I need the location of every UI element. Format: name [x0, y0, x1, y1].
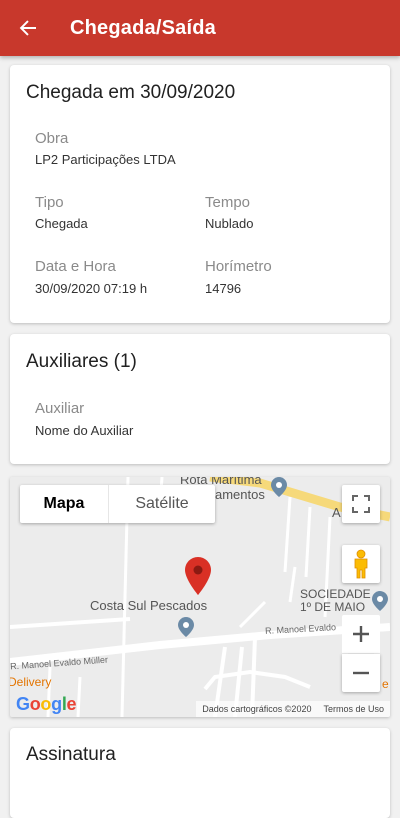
signature-card: Assinatura	[10, 728, 390, 818]
fullscreen-button[interactable]	[342, 485, 380, 523]
google-logo: Google	[16, 694, 77, 714]
map-data-credit: Dados cartográficos ©2020	[202, 704, 312, 714]
obra-label: Obra	[35, 130, 69, 147]
tempo-value: Nublado	[205, 216, 254, 231]
map-footer: Dados cartográficos ©2020 Termos de Uso	[196, 701, 390, 717]
app-bar: Chegada/Saída	[0, 0, 400, 56]
map-label-a-partial: A	[332, 505, 341, 520]
horimetro-value: 14796	[205, 281, 242, 296]
tempo-label: Tempo	[205, 194, 251, 211]
map-label-costa-sul: Costa Sul Pescados	[90, 598, 208, 613]
signature-title: Assinatura	[26, 744, 116, 765]
auxiliares-card: Auxiliares (1) Auxiliar Nome do Auxiliar	[10, 334, 390, 464]
street-view-button[interactable]	[342, 545, 380, 583]
obra-value: LP2 Participações LTDA	[35, 152, 176, 167]
pegman-icon	[354, 549, 368, 579]
zoom-out-button[interactable]	[342, 654, 380, 692]
tab-map[interactable]: Mapa	[20, 485, 109, 523]
poi-marker-sociedade-icon[interactable]	[372, 591, 388, 611]
location-pin-icon[interactable]	[185, 557, 211, 595]
map-label-sociedade-2: 1º DE MAIO	[300, 600, 366, 614]
poi-marker-costa-sul-icon[interactable]	[178, 617, 194, 637]
map-label-delivery: Delivery	[10, 675, 52, 689]
auxiliares-title: Auxiliares (1)	[26, 351, 137, 372]
map-view[interactable]: Rota Marítima amentos A Costa Sul Pescad…	[10, 477, 390, 717]
datahora-label: Data e Hora	[35, 258, 116, 275]
map-label-amentos: amentos	[215, 487, 265, 502]
tipo-value: Chegada	[35, 216, 88, 231]
arrow-back-icon[interactable]	[16, 16, 40, 40]
tipo-label: Tipo	[35, 194, 64, 211]
plus-icon	[353, 626, 369, 642]
map-label-e-partial: e	[382, 677, 389, 691]
fullscreen-icon	[352, 495, 370, 513]
arrival-title: Chegada em 30/09/2020	[26, 82, 236, 103]
minus-icon	[353, 671, 369, 675]
map-type-toggle: Mapa Satélite	[20, 485, 215, 523]
datahora-value: 30/09/2020 07:19 h	[35, 281, 148, 296]
page-title: Chegada/Saída	[70, 16, 216, 39]
poi-marker-rota-icon[interactable]	[271, 477, 287, 497]
map-label-sociedade-1: SOCIEDADE	[300, 587, 371, 601]
zoom-in-button[interactable]	[342, 615, 380, 653]
auxiliar-label: Auxiliar	[35, 400, 85, 417]
arrival-card: Chegada em 30/09/2020 Obra LP2 Participa…	[10, 65, 390, 323]
horimetro-label: Horímetro	[205, 258, 272, 275]
auxiliar-value: Nome do Auxiliar	[35, 423, 134, 438]
tab-satellite[interactable]: Satélite	[109, 485, 215, 523]
terms-link[interactable]: Termos de Uso	[323, 704, 384, 714]
